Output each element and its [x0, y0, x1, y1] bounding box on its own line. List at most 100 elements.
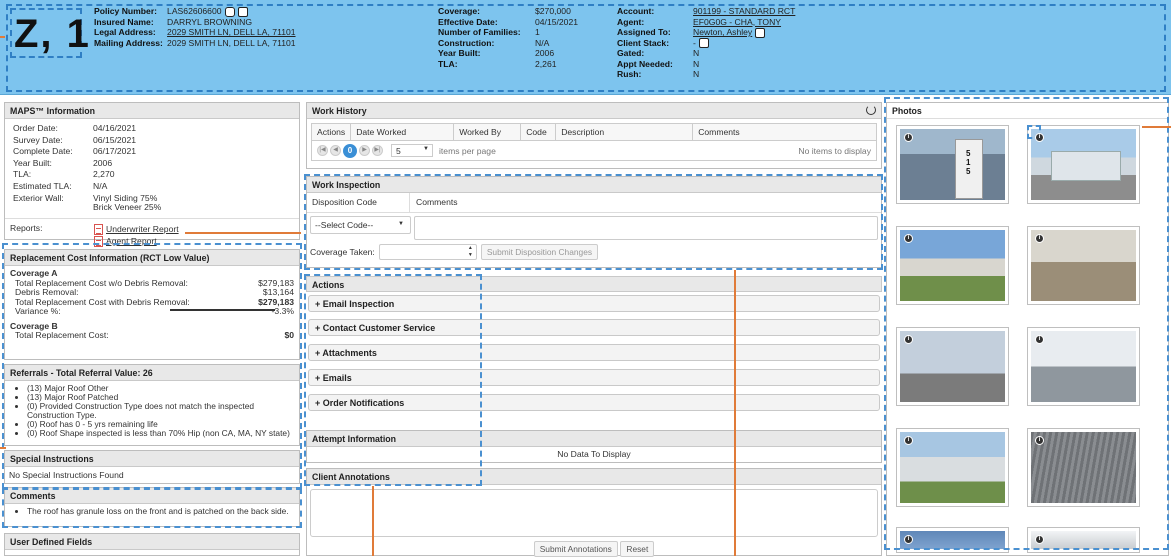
- mailing-address-label: Mailing Address:: [94, 37, 163, 48]
- items-per-page-label: items per page: [439, 145, 496, 156]
- pdf-icon: [94, 223, 103, 235]
- photo-thumbnail[interactable]: i: [896, 428, 1009, 507]
- disposition-select-value: --Select Code--: [315, 220, 374, 230]
- tla-label: TLA:: [438, 58, 458, 69]
- maps-tla-label: TLA:: [13, 169, 32, 180]
- prev-page-icon[interactable]: ◀: [330, 145, 341, 156]
- annotation-line: [734, 270, 736, 556]
- comments-list: The roof has granule loss on the front a…: [5, 507, 299, 516]
- info-icon[interactable]: i: [904, 535, 913, 544]
- submit-annotations-button[interactable]: Submit Annotations: [533, 541, 618, 557]
- agent-link[interactable]: EF0G0G - CHA, TONY: [693, 17, 795, 28]
- rct-panel: Replacement Cost Information (RCT Low Va…: [4, 249, 300, 360]
- inspection-comments-textarea[interactable]: [414, 216, 878, 240]
- col-comments[interactable]: Comments: [692, 124, 876, 140]
- photo-thumbnail[interactable]: i: [896, 527, 1009, 553]
- info-icon[interactable]: i: [904, 436, 913, 445]
- estimated-tla: N/A: [93, 180, 108, 191]
- tla-value: 2,261: [535, 58, 557, 69]
- col-actions[interactable]: Actions: [312, 124, 352, 140]
- contact-customer-service-accordion[interactable]: + Contact Customer Service: [308, 319, 880, 336]
- estimated-tla-label: Estimated TLA:: [13, 180, 72, 191]
- attachments-accordion[interactable]: + Attachments: [308, 344, 880, 361]
- assigned-to-label: Assigned To:: [617, 27, 671, 38]
- col-inspection-comments: Comments: [416, 197, 458, 207]
- maps-table: Order Date: 04/16/2021 Survey Date: 06/15/…: [11, 122, 163, 215]
- cov-b-value: $0: [284, 330, 294, 340]
- year-built-label: Year Built:: [438, 48, 481, 58]
- page-size-select[interactable]: 5 ▼: [391, 144, 433, 157]
- emails-accordion[interactable]: + Emails: [308, 369, 880, 386]
- chevron-down-icon: ▼: [423, 146, 429, 152]
- inspection-id: Z, 1: [14, 12, 91, 56]
- info-icon[interactable]: i: [904, 234, 913, 243]
- col-date-worked[interactable]: Date Worked: [350, 124, 455, 140]
- comment-item: The roof has granule loss on the front a…: [27, 507, 299, 516]
- effective-date-label: Effective Date:: [438, 16, 498, 27]
- photo-thumbnail[interactable]: i: [1027, 327, 1140, 406]
- agent-report-link[interactable]: Agent Report: [106, 236, 157, 246]
- info-icon[interactable]: i: [1035, 535, 1044, 544]
- order-notifications-accordion[interactable]: + Order Notifications: [308, 394, 880, 411]
- photo-thumbnail[interactable]: i: [1027, 125, 1140, 204]
- photo-thumbnail[interactable]: i: [1027, 527, 1140, 553]
- coverage-taken-row: Coverage Taken: ▲ ▼ Submit Disposition Ch…: [307, 243, 881, 261]
- next-page-icon[interactable]: ▶: [359, 145, 370, 156]
- coverage-taken-input[interactable]: ▲ ▼: [378, 244, 477, 260]
- annotation-line: [0, 447, 6, 449]
- coverage-block: Coverage: $270,000 Effective Date: 04/15/2…: [438, 6, 578, 69]
- account-block: Account: 901199 - STANDARD RCT Agent: EF0G…: [617, 6, 795, 80]
- underwriter-report-link[interactable]: Underwriter Report: [106, 224, 179, 234]
- variance-label: Variance %:: [15, 306, 61, 316]
- reset-button[interactable]: Reset: [620, 541, 655, 557]
- col-description[interactable]: Description: [555, 124, 694, 140]
- photo-thumbnail[interactable]: i: [896, 327, 1009, 406]
- assigned-to-link[interactable]: Newton, Ashley: [693, 27, 752, 37]
- col-worked-by[interactable]: Worked By: [453, 124, 522, 140]
- col-code[interactable]: Code: [520, 124, 557, 140]
- legal-address-label: Legal Address:: [94, 27, 156, 38]
- client-stack-label: Client Stack:: [617, 37, 670, 48]
- insured-name-label: Insured Name:: [94, 16, 154, 27]
- policy-number: LAS62606600: [167, 6, 222, 16]
- info-icon[interactable]: i: [1035, 335, 1044, 344]
- document-icon[interactable]: [237, 6, 248, 17]
- refresh-icon[interactable]: [866, 105, 876, 115]
- edit-assigned-icon[interactable]: [755, 27, 766, 38]
- order-date: 04/16/2021: [93, 123, 137, 133]
- comments-panel: Comments The roof has granule loss on th…: [4, 487, 300, 527]
- photo-thumbnail[interactable]: i: [1027, 428, 1140, 507]
- submit-disposition-button[interactable]: Submit Disposition Changes: [480, 244, 599, 260]
- annotations-textarea[interactable]: [310, 489, 878, 537]
- disposition-select[interactable]: --Select Code-- ▼: [310, 216, 411, 234]
- refresh-icon[interactable]: [224, 6, 235, 17]
- referrals-panel: Referrals - Total Referral Value: 26 (13…: [4, 364, 300, 446]
- info-icon[interactable]: i: [1035, 436, 1044, 445]
- annotations-panel: Client Annotations Submit Annotations Re…: [306, 468, 882, 557]
- current-page[interactable]: 0: [343, 143, 357, 158]
- info-icon[interactable]: i: [1035, 234, 1044, 243]
- photo-thumbnail[interactable]: i: [1027, 226, 1140, 305]
- info-icon[interactable]: i: [1035, 133, 1044, 142]
- email-inspection-accordion[interactable]: + Email Inspection: [308, 295, 880, 312]
- info-icon[interactable]: i: [904, 133, 913, 142]
- work-history-header: Work History: [307, 103, 881, 119]
- account-link[interactable]: 901199 - STANDARD RCT: [693, 6, 795, 17]
- year-built-value: 2006: [535, 48, 555, 58]
- work-history-title: Work History: [312, 106, 367, 116]
- first-page-icon[interactable]: |◀: [317, 145, 328, 156]
- photo-thumbnail[interactable]: i515: [896, 125, 1009, 204]
- legal-address-link[interactable]: 2029 SMITH LN, DELL LA, 71101: [167, 27, 296, 38]
- policy-number-label: Policy Number:: [94, 6, 158, 17]
- last-page-icon[interactable]: ▶|: [372, 145, 383, 156]
- annotation-line: [0, 36, 5, 38]
- annotation-line: [185, 232, 301, 234]
- spinner-icon[interactable]: ▲ ▼: [468, 245, 473, 259]
- edit-client-stack-icon[interactable]: [698, 38, 709, 49]
- referrals-title: Referrals - Total Referral Value: 26: [5, 365, 299, 381]
- construction-label: Construction:: [438, 37, 495, 48]
- attempt-title: Attempt Information: [307, 431, 881, 447]
- annotation-line: [170, 309, 275, 311]
- photo-thumbnail[interactable]: i: [896, 226, 1009, 305]
- info-icon[interactable]: i: [904, 335, 913, 344]
